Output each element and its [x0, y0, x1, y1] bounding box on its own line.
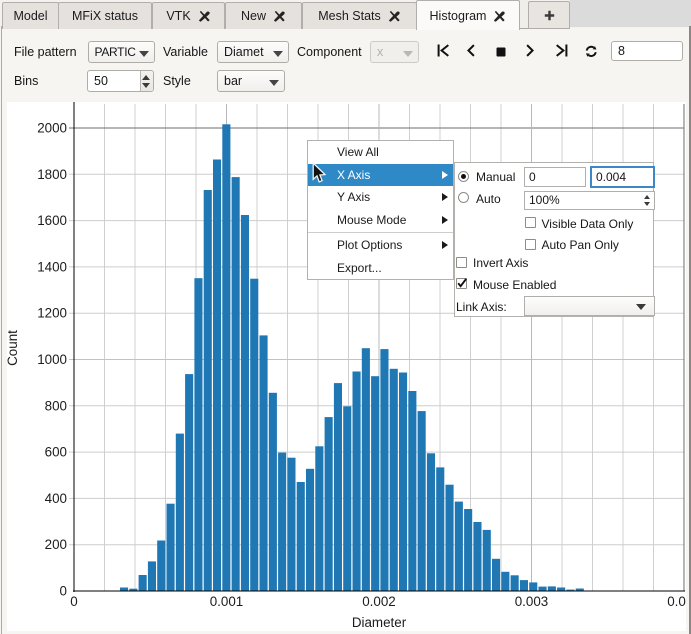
- svg-text:1800: 1800: [37, 167, 67, 182]
- svg-text:200: 200: [45, 537, 67, 552]
- svg-text:0.001: 0.001: [210, 594, 244, 609]
- svg-text:0.002: 0.002: [362, 594, 396, 609]
- svg-text:1000: 1000: [37, 352, 67, 367]
- svg-text:1400: 1400: [37, 259, 67, 274]
- svg-text:Count: Count: [5, 330, 20, 366]
- svg-text:800: 800: [45, 398, 67, 413]
- svg-text:1600: 1600: [37, 213, 67, 228]
- svg-text:0: 0: [70, 594, 77, 609]
- svg-text:2000: 2000: [37, 121, 67, 136]
- svg-text:Diameter: Diameter: [352, 615, 407, 630]
- svg-text:400: 400: [45, 491, 67, 506]
- svg-text:0.004: 0.004: [667, 594, 691, 609]
- svg-text:600: 600: [45, 445, 67, 460]
- svg-text:0.003: 0.003: [515, 594, 549, 609]
- svg-text:0: 0: [60, 584, 67, 599]
- svg-text:1200: 1200: [37, 306, 67, 321]
